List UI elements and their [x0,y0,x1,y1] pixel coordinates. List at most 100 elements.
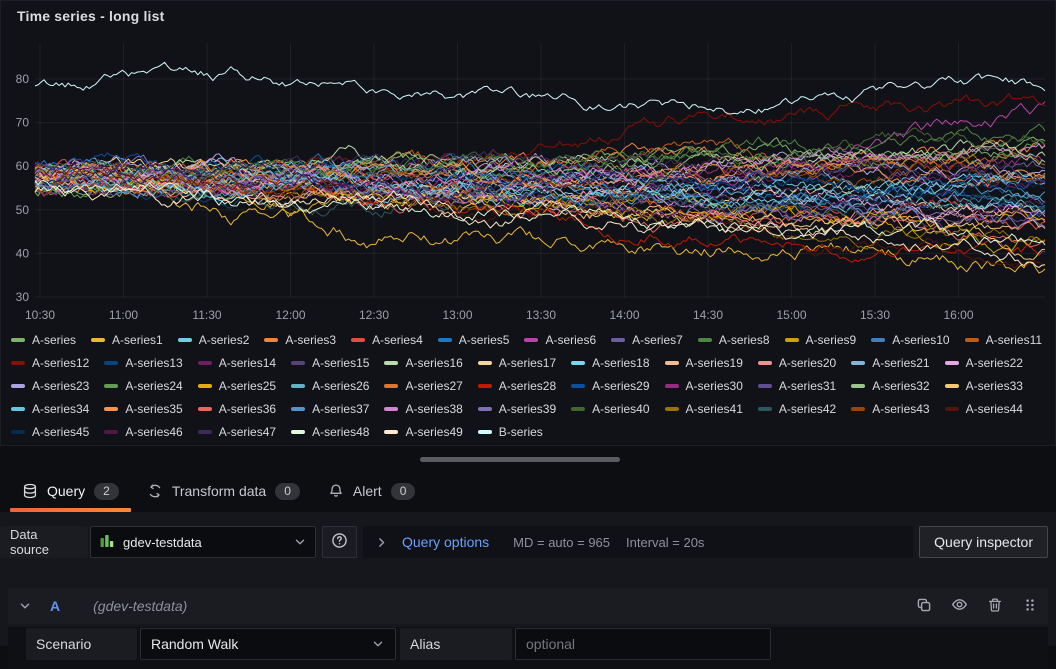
legend-series-marker [291,384,305,388]
testdata-datasource-icon [99,533,115,552]
legend-series-label: A-series9 [806,333,857,347]
legend-item[interactable]: A-series37 [291,400,369,417]
datasource-help-button[interactable] [322,526,357,558]
legend-item[interactable]: A-series24 [104,377,182,394]
query-row-actions [916,596,1038,616]
legend-item[interactable]: A-series42 [758,400,836,417]
legend-item[interactable]: A-series28 [478,377,556,394]
legend-item[interactable]: A-series11 [965,331,1042,348]
legend-item[interactable]: A-series6 [524,331,596,348]
legend-item[interactable]: A-series18 [571,354,649,371]
legend-item[interactable]: A-series47 [198,423,276,440]
legend-item[interactable]: A-series21 [851,354,929,371]
legend-item[interactable]: A-series43 [851,400,929,417]
legend-series-marker [198,361,212,365]
legend-series-marker [291,407,305,411]
legend-item[interactable]: A-series46 [104,423,182,440]
timeseries-chart[interactable]: 30405060708010:3011:0011:3012:0012:3013:… [9,37,1049,331]
legend-item[interactable]: A-series31 [758,377,836,394]
svg-text:12:00: 12:00 [275,308,305,322]
legend-series-marker [11,338,25,342]
svg-text:12:30: 12:30 [359,308,389,322]
scenario-select[interactable]: Random Walk [140,628,396,660]
legend-series-marker [571,361,585,365]
tab-transform-data[interactable]: Transform data0 [133,470,314,512]
legend-item[interactable]: A-series41 [665,400,743,417]
legend-item[interactable]: A-series34 [11,400,89,417]
data-source-row: Data source gdev-testdata Query options … [0,526,1056,558]
panel-title[interactable]: Time series - long list [17,8,165,24]
legend-item[interactable]: A-series3 [264,331,336,348]
legend-series-label: A-series34 [32,402,89,416]
legend-series-marker [478,384,492,388]
legend-item[interactable]: A-series33 [945,377,1023,394]
horizontal-scrollbar-thumb[interactable] [420,457,620,462]
legend-item[interactable]: A-series48 [291,423,369,440]
tab-alert[interactable]: Alert0 [314,470,429,512]
legend-series-marker [571,384,585,388]
collapse-chevron-down-icon[interactable] [18,599,32,613]
legend-item[interactable]: A-series22 [945,354,1023,371]
legend-series-label: A-series3 [285,333,336,347]
query-inspector-button[interactable]: Query inspector [919,526,1048,558]
legend-item[interactable]: A-series20 [758,354,836,371]
legend-item[interactable]: A-series10 [871,331,949,348]
tab-query[interactable]: Query2 [8,470,133,512]
legend-item[interactable]: A-series4 [351,331,423,348]
legend-item[interactable]: A-series1 [91,331,163,348]
legend-item[interactable]: A-series15 [291,354,369,371]
legend-item[interactable]: A-series2 [178,331,250,348]
legend-item[interactable]: A-series12 [11,354,89,371]
query-options-link[interactable]: Query options [402,534,489,550]
legend-item[interactable]: A-series30 [665,377,743,394]
legend-item[interactable]: A-series40 [571,400,649,417]
legend-item[interactable]: A-series39 [478,400,556,417]
svg-text:60: 60 [16,159,30,173]
drag-handle[interactable] [1022,597,1038,616]
legend-item[interactable]: A-series8 [698,331,770,348]
hide-query-button[interactable] [951,596,968,616]
legend-series-label: A-series [32,333,76,347]
legend-series-marker [264,338,278,342]
legend-series-marker [611,338,625,342]
legend-series-label: A-series10 [892,333,949,347]
legend-item[interactable]: A-series45 [11,423,89,440]
legend-item[interactable]: A-series13 [104,354,182,371]
legend-series-label: A-series43 [872,402,929,416]
legend-item[interactable]: A-series23 [11,377,89,394]
legend-item[interactable]: A-series19 [665,354,743,371]
tab-label: Alert [353,483,382,499]
query-options-toggle[interactable]: Query options MD = auto = 965 Interval =… [363,526,913,558]
query-row-header[interactable]: A (gdev-testdata) [8,588,1048,624]
legend-item[interactable]: A-series27 [384,377,462,394]
legend-item[interactable]: A-series17 [478,354,556,371]
legend-item[interactable]: B-series [478,423,543,440]
legend-item[interactable]: A-series35 [104,400,182,417]
legend-item[interactable]: A-series44 [945,400,1023,417]
legend-item[interactable]: A-series [11,331,76,348]
duplicate-query-button[interactable] [916,597,932,616]
legend-item[interactable]: A-series5 [438,331,510,348]
legend-item[interactable]: A-series9 [785,331,857,348]
legend-item[interactable]: A-series49 [384,423,462,440]
legend-series-label: A-series37 [312,402,369,416]
legend-series-label: A-series7 [632,333,683,347]
chart-legend: A-series A-series1 A-series2 A-series3 A-ser… [11,331,1047,447]
legend-item[interactable]: A-series14 [198,354,276,371]
legend-item[interactable]: A-series36 [198,400,276,417]
legend-series-label: A-series23 [32,379,89,393]
remove-query-button[interactable] [987,597,1003,616]
legend-series-label: A-series21 [872,356,929,370]
legend-item[interactable]: A-series16 [384,354,462,371]
legend-series-marker [178,338,192,342]
legend-series-marker [758,407,772,411]
legend-item[interactable]: A-series25 [198,377,276,394]
legend-item[interactable]: A-series38 [384,400,462,417]
data-source-picker[interactable]: gdev-testdata [90,526,316,558]
legend-item[interactable]: A-series7 [611,331,683,348]
legend-item[interactable]: A-series32 [851,377,929,394]
legend-series-label: A-series17 [499,356,556,370]
legend-item[interactable]: A-series26 [291,377,369,394]
legend-item[interactable]: A-series29 [571,377,649,394]
alias-input[interactable] [515,628,771,660]
